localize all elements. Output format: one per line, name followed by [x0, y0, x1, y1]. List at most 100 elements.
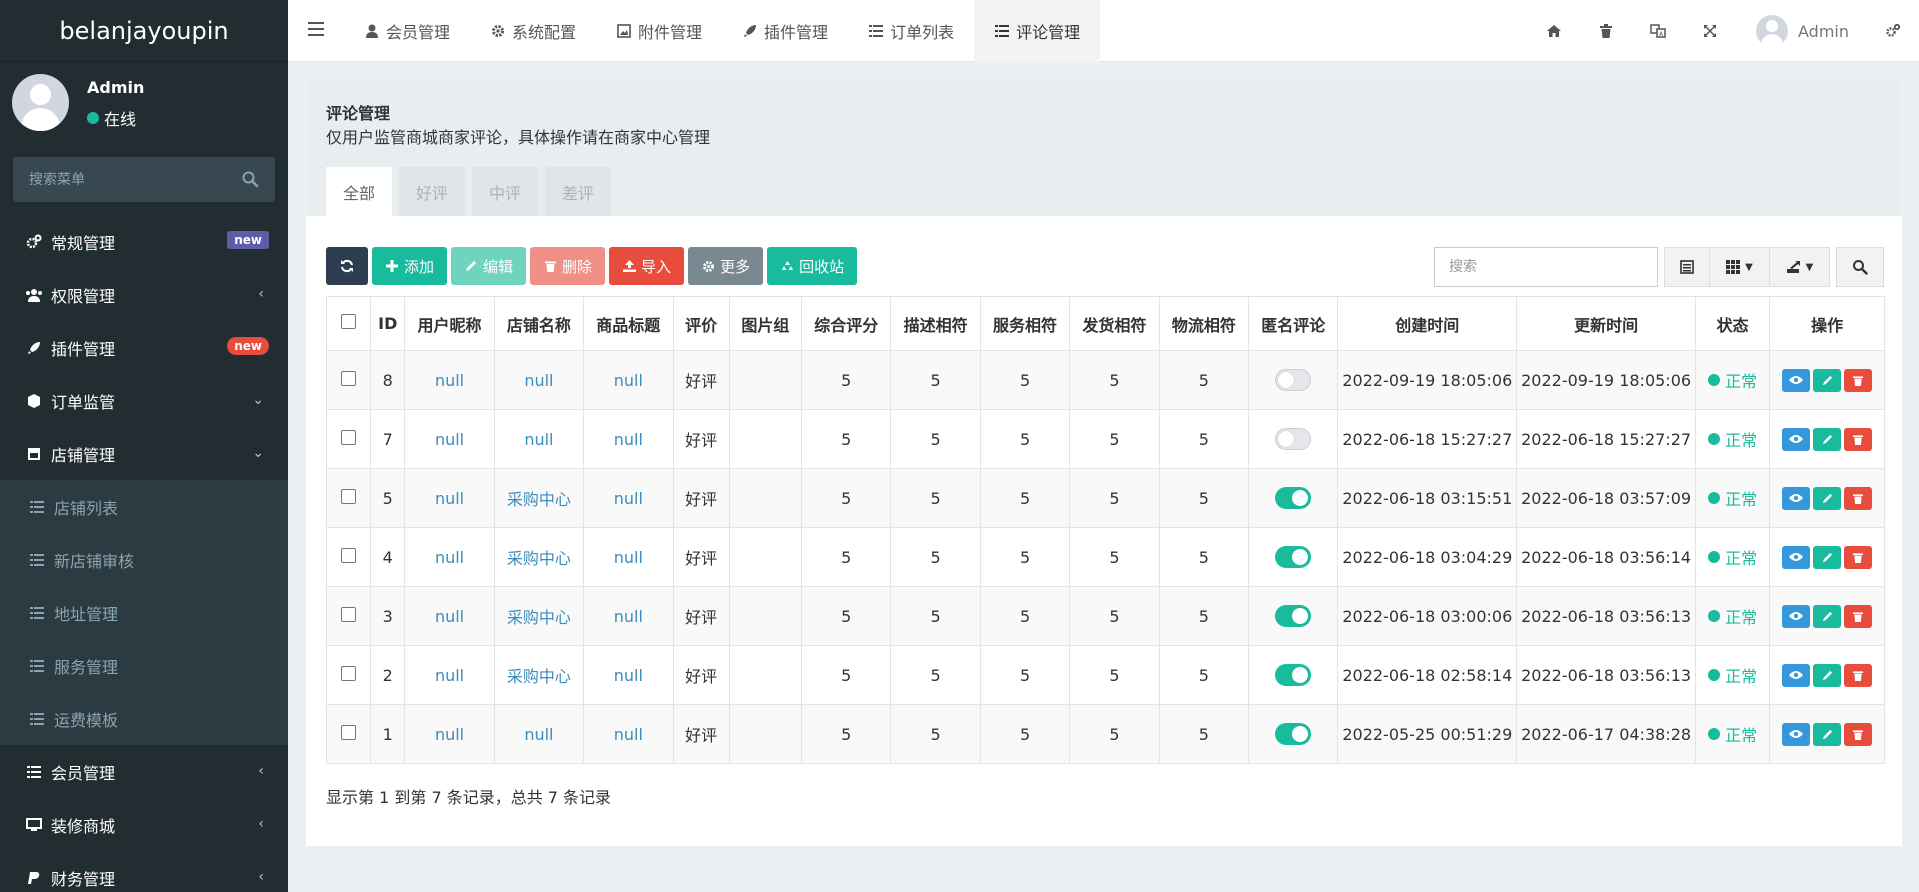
import-button[interactable]: 导入 [609, 247, 685, 285]
view-button[interactable] [1782, 722, 1811, 746]
edit-row-button[interactable] [1813, 663, 1842, 687]
select-all-checkbox[interactable] [341, 314, 357, 329]
column-header[interactable]: 匿名评论 [1248, 296, 1339, 351]
column-header[interactable]: 店铺名称 [493, 296, 585, 351]
shop-link[interactable]: 采购中心 [507, 608, 571, 627]
nav-user-menu[interactable]: Admin [1736, 0, 1867, 62]
title-link[interactable]: null [614, 548, 643, 567]
export-dropdown-button[interactable]: ▼ [1770, 247, 1830, 287]
settings-icon[interactable] [1867, 0, 1919, 62]
shop-link[interactable]: null [524, 371, 553, 390]
nickname-link[interactable]: null [435, 430, 464, 449]
edit-button[interactable]: 编辑 [451, 247, 527, 285]
shop-link[interactable]: null [524, 430, 553, 449]
column-header[interactable]: 商品标题 [583, 296, 674, 351]
table-row[interactable]: 5 null 采购中心 null 好评 5 5 5 5 5 2022-06-18… [325, 468, 1885, 528]
anonymous-toggle[interactable] [1275, 723, 1312, 745]
anonymous-toggle[interactable] [1275, 546, 1312, 568]
fullscreen-icon[interactable] [1684, 0, 1736, 62]
sidebar-subitem-new-store-review[interactable]: 新店铺审核 [0, 533, 288, 586]
search-icon[interactable] [241, 170, 259, 188]
edit-row-button[interactable] [1813, 545, 1842, 569]
anonymous-toggle[interactable] [1275, 369, 1312, 391]
table-row[interactable]: 7 null null null 好评 5 5 5 5 5 2022-06-18… [325, 409, 1885, 469]
sidebar-item-store-management[interactable]: 店铺管理 ⌄ [0, 427, 288, 480]
menu-toggle-icon[interactable] [308, 22, 324, 36]
sidebar-item-members[interactable]: 会员管理 ‹ [0, 745, 288, 798]
sidebar-item-general[interactable]: 常规管理 new [0, 215, 288, 268]
column-header[interactable]: 图片组 [728, 296, 803, 351]
tab-positive[interactable]: 好评 [399, 167, 466, 216]
row-checkbox[interactable] [341, 429, 357, 445]
tab-negative[interactable]: 差评 [545, 167, 612, 216]
column-header[interactable]: 更新时间 [1516, 296, 1696, 351]
toggle-view-button[interactable] [1664, 247, 1710, 287]
view-button[interactable] [1782, 545, 1811, 569]
sidebar-item-plugins[interactable]: 插件管理 new [0, 321, 288, 374]
sidebar-item-finance[interactable]: 财务管理 ‹ [0, 851, 288, 892]
tab-member-management[interactable]: 会员管理 [344, 0, 470, 62]
edit-row-button[interactable] [1813, 368, 1842, 392]
nickname-link[interactable]: null [435, 607, 464, 626]
trash-icon[interactable] [1580, 0, 1632, 62]
tab-system-config[interactable]: 系统配置 [470, 0, 596, 62]
tab-order-list[interactable]: 订单列表 [848, 0, 974, 62]
delete-row-button[interactable] [1844, 486, 1873, 510]
table-search-input[interactable] [1435, 248, 1657, 286]
add-button[interactable]: 添加 [372, 247, 448, 285]
tab-review-management[interactable]: 评论管理 [974, 0, 1101, 62]
recycle-bin-button[interactable]: 回收站 [767, 247, 858, 285]
home-icon[interactable] [1528, 0, 1580, 62]
anonymous-toggle[interactable] [1275, 487, 1312, 509]
edit-row-button[interactable] [1813, 486, 1842, 510]
shop-link[interactable]: 采购中心 [507, 667, 571, 686]
tab-plugins[interactable]: 插件管理 [722, 0, 848, 62]
nickname-link[interactable]: null [435, 725, 464, 744]
tab-neutral[interactable]: 中评 [472, 167, 539, 216]
edit-row-button[interactable] [1813, 604, 1842, 628]
language-icon[interactable]: A [1632, 0, 1684, 62]
shop-link[interactable]: 采购中心 [507, 490, 571, 509]
column-header[interactable]: 服务相符 [979, 296, 1071, 351]
row-checkbox[interactable] [341, 606, 357, 622]
column-header[interactable]: 评价 [672, 296, 730, 351]
sidebar-item-order-supervision[interactable]: 订单监管 ⌄ [0, 374, 288, 427]
column-header[interactable]: 创建时间 [1337, 296, 1518, 351]
sidebar-search-input[interactable] [13, 157, 233, 202]
anonymous-toggle[interactable] [1275, 664, 1312, 686]
columns-dropdown-button[interactable]: ▼ [1710, 247, 1770, 287]
title-link[interactable]: null [614, 725, 643, 744]
row-checkbox[interactable] [341, 547, 357, 563]
sidebar-subitem-shipping-template[interactable]: 运费模板 [0, 692, 288, 745]
title-link[interactable]: null [614, 666, 643, 685]
title-link[interactable]: null [614, 371, 643, 390]
nickname-link[interactable]: null [435, 666, 464, 685]
title-link[interactable]: null [614, 489, 643, 508]
sidebar-subitem-service[interactable]: 服务管理 [0, 639, 288, 692]
view-button[interactable] [1782, 486, 1811, 510]
column-header[interactable]: 发货相符 [1069, 296, 1160, 351]
view-button[interactable] [1782, 663, 1811, 687]
view-button[interactable] [1782, 368, 1811, 392]
more-button[interactable]: 更多 [688, 247, 764, 285]
column-header[interactable]: 综合评分 [801, 296, 892, 351]
tab-attachments[interactable]: 附件管理 [596, 0, 722, 62]
sidebar-item-permissions[interactable]: 权限管理 ‹ [0, 268, 288, 321]
sidebar-subitem-store-list[interactable]: 店铺列表 [0, 480, 288, 533]
title-link[interactable]: null [614, 430, 643, 449]
nickname-link[interactable]: null [435, 489, 464, 508]
nickname-link[interactable]: null [435, 371, 464, 390]
app-logo[interactable]: belanjayoupin [0, 0, 288, 62]
column-header[interactable]: 用户昵称 [404, 296, 495, 351]
anonymous-toggle[interactable] [1275, 428, 1312, 450]
sidebar-item-decoration[interactable]: 装修商城 ‹ [0, 798, 288, 851]
search-button[interactable] [1836, 247, 1884, 287]
column-header[interactable]: 操作 [1769, 296, 1885, 351]
view-button[interactable] [1782, 604, 1811, 628]
shop-link[interactable]: null [524, 725, 553, 744]
delete-row-button[interactable] [1844, 604, 1873, 628]
delete-button[interactable]: 删除 [530, 247, 606, 285]
row-checkbox[interactable] [341, 665, 357, 681]
column-header[interactable]: 描述相符 [890, 296, 981, 351]
shop-link[interactable]: 采购中心 [507, 549, 571, 568]
